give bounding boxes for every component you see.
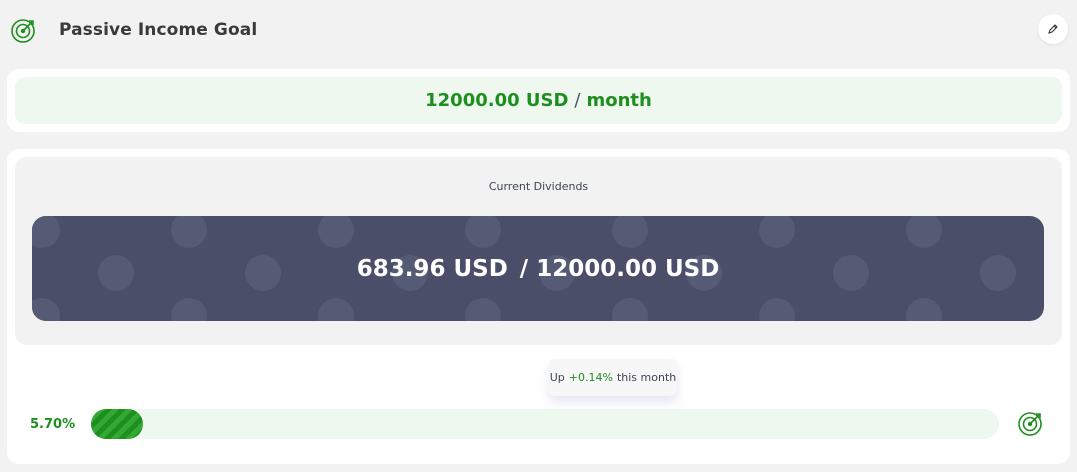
- target-dividends-value: 12000.00 USD: [536, 255, 720, 282]
- dividends-panel: Current Dividends 683.96 USD / 12000.00 …: [15, 157, 1062, 345]
- goal-card: 12000.00 USD / month: [7, 69, 1070, 132]
- current-dividends-value: 683.96 USD: [356, 255, 508, 282]
- dividends-card: Current Dividends 683.96 USD / 12000.00 …: [7, 149, 1070, 464]
- change-tooltip: Up +0.14% this month: [549, 359, 677, 396]
- dividends-display: 683.96 USD / 12000.00 USD: [32, 216, 1044, 321]
- dividends-separator: /: [519, 255, 529, 282]
- current-dividends-label: Current Dividends: [488, 180, 589, 193]
- page-title: Passive Income Goal: [59, 20, 258, 40]
- edit-button[interactable]: [1038, 14, 1068, 44]
- goal-display: 12000.00 USD / month: [15, 77, 1062, 124]
- progress-track: [91, 409, 999, 439]
- tooltip-change: +0.14%: [568, 371, 613, 384]
- goal-target-icon: [1017, 411, 1043, 437]
- progress-fill: [91, 409, 143, 439]
- goal-period: month: [586, 90, 652, 111]
- goal-amount: 12000.00 USD: [425, 90, 569, 111]
- tooltip-suffix: this month: [616, 371, 677, 384]
- goal-separator: /: [574, 90, 581, 111]
- pencil-icon: [1048, 24, 1058, 34]
- dividends-value: 683.96 USD / 12000.00 USD: [32, 216, 1044, 321]
- progress-percent: 5.70%: [30, 417, 76, 432]
- header-target-icon: [10, 18, 36, 44]
- tooltip-prefix: Up: [549, 371, 565, 384]
